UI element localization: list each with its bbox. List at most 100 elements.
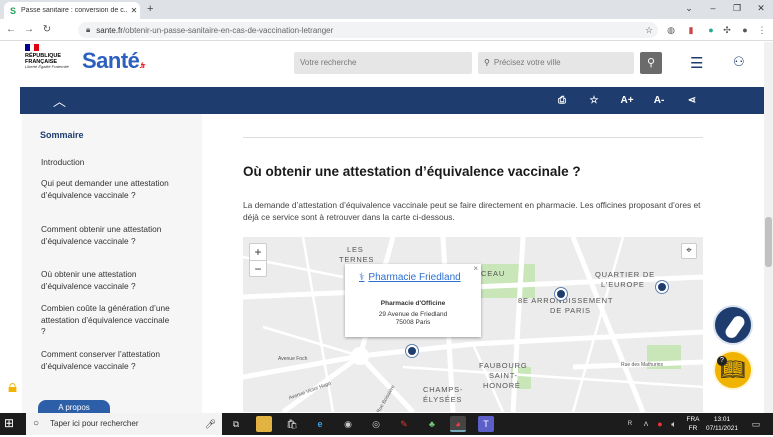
url-path: /obtenir-un-passe-sanitaire-en-cas-de-va… [122,25,334,35]
microphone-icon[interactable]: 🎤︎ [205,413,216,435]
file-explorer-icon[interactable] [256,416,272,432]
clock-date: 07/11/2021 [705,425,739,432]
extension-icon[interactable]: ● [704,22,718,38]
back-icon[interactable]: ← [2,24,20,35]
pharmacy-popup: × ⚕ Pharmacie Friedland Pharmacie d'Offic… [345,264,481,337]
chrome-icon[interactable]: ◕ [450,416,466,432]
site-favicon-icon: S [10,5,17,16]
reload-icon[interactable]: ↻ [38,24,56,35]
print-icon[interactable]: ⎙ [546,87,578,114]
windows-taskbar: ⊞ ○ Taper ici pour rechercher 🎤︎ ⧉ 🛍︎ e … [0,413,773,435]
new-tab-icon[interactable]: + [147,3,153,15]
profile-icon[interactable]: ● [738,22,752,38]
browser-tab[interactable]: S Passe sanitaire : conversion de c... ✕ [4,2,140,19]
section-heading: Où obtenir une attestation d’équivalence… [243,164,581,179]
media-icon[interactable]: ◉ [340,416,356,432]
pharmacy-type: Pharmacie d'Officine [380,300,446,307]
search-button[interactable]: ⚲ [640,52,662,74]
map-street-label: Avenue Foch [278,356,308,362]
app-icon[interactable]: ♣ [424,416,440,432]
extension-icon[interactable]: ▮ [684,22,698,38]
edge-icon[interactable]: e [312,416,328,432]
pill-icon [723,313,747,341]
zoom-in-button[interactable]: + [250,244,266,260]
url-domain: sante.fr [96,25,123,35]
map-label: TERNES [339,255,375,264]
sommaire-link[interactable]: Comment conserver l’attestation d’équiva… [41,349,173,372]
minimize-icon[interactable]: – [701,0,725,19]
pharmacy-cross-icon: ⚕ [359,272,365,283]
locate-me-icon[interactable]: ⌖ [681,243,697,259]
address-bar-row: ← → ↻ 🔒︎ sante.fr /obtenir-un-passe-sani… [0,19,773,41]
map-label: LES [347,245,364,254]
close-popup-icon[interactable]: × [473,264,478,273]
forward-icon[interactable]: → [20,24,38,35]
sommaire-sidebar: Sommaire Introduction Qui peut demander … [22,114,202,416]
window-controls: ⌄ – ❐ ✕ [677,0,773,19]
pharmacy-marker[interactable] [656,281,668,293]
bookmark-star-icon[interactable]: ☆ [578,87,610,114]
url-field[interactable]: 🔒︎ sante.fr /obtenir-un-passe-sanitaire-… [78,22,658,38]
task-view-icon[interactable]: ⧉ [228,416,244,432]
close-window-icon[interactable]: ✕ [749,0,773,19]
hamburger-menu-icon[interactable]: ☰ [690,54,703,72]
location-pin-icon: ⚲ [484,58,490,67]
close-tab-icon[interactable]: ✕ [128,6,140,15]
sante-fr-logo[interactable]: Santé.fr [82,48,145,74]
map-street-label: Rue des Mathurins [621,362,663,368]
sommaire-link[interactable]: Combien coûte la génération d’une attest… [41,303,173,338]
font-increase-button[interactable]: A+ [611,87,643,114]
map-label: DE PARIS [550,306,591,315]
language-indicator[interactable]: FRA FR [684,415,702,437]
sommaire-link[interactable]: Comment obtenir une attestation d’équiva… [41,224,173,247]
accessibility-icon[interactable]: 🔒︎ [8,377,30,403]
map-label: L'EUROPE [601,280,645,289]
pharmacy-address2: 75008 Paris [395,319,431,326]
windows-start-icon[interactable]: ⊞ [4,416,14,430]
pharmacy-marker[interactable] [555,288,567,300]
republique-francaise-logo[interactable]: RÉPUBLIQUE FRANÇAISE Liberté Égalité Fra… [25,44,70,70]
zoom-out-button[interactable]: − [250,260,266,276]
search-icon: ⚲ [646,57,656,69]
pharmacy-link[interactable]: ⚕ Pharmacie Friedland [359,272,461,283]
extension-icon[interactable]: ◍ [664,22,678,38]
kebab-menu-icon[interactable]: ⋮ [755,22,769,38]
teams-icon[interactable]: T [478,416,494,432]
chevron-down-icon[interactable]: ⌄ [677,0,701,19]
speaker-icon[interactable]: 🔈︎ [666,416,682,432]
share-icon[interactable]: ⋖ [676,87,708,114]
chevron-up-icon[interactable]: ︿ [53,91,66,110]
sommaire-link[interactable]: Introduction [41,157,173,169]
puzzle-icon[interactable]: ✣ [720,22,734,38]
user-account-icon[interactable]: ⚇ [733,54,745,70]
flag-icon [25,44,40,51]
sommaire-link[interactable]: Où obtenir une attestation d’équivalence… [41,269,173,292]
sommaire-link[interactable]: Qui peut demander une attestation d’équi… [41,178,173,201]
pharmacy-map[interactable]: + − ⌖ LES TERNES CEAU QUARTIER DE L'EURO… [243,237,703,412]
vaccine-fab-button[interactable] [713,305,753,345]
city-input[interactable]: ⚲ Précisez votre ville [478,52,634,74]
tab-title: Passe sanitaire : conversion de c... [21,7,128,14]
star-icon[interactable]: ☆ [642,22,656,38]
map-label: FAUBOURG [479,361,528,370]
notifications-icon[interactable]: ▭ [748,416,764,432]
guide-fab-button[interactable]: ? 📖︎ [713,350,753,390]
font-decrease-button[interactable]: A- [643,87,675,114]
map-label: QUARTIER DE [595,270,655,279]
people-icon[interactable]: ᴿ [622,416,638,432]
taskbar-search-input[interactable]: ○ Taper ici pour rechercher 🎤︎ [26,413,222,435]
zoom-controls: + − [249,243,267,277]
maximize-icon[interactable]: ❐ [725,0,749,19]
app-icon[interactable]: ◎ [368,416,384,432]
pharmacy-marker[interactable] [406,345,418,357]
search-input[interactable]: Votre recherche [294,52,472,74]
site-header: RÉPUBLIQUE FRANÇAISE Liberté Égalité Fra… [0,42,773,86]
page-scrollbar[interactable] [764,42,773,413]
scrollbar-thumb[interactable] [765,217,772,267]
clock[interactable]: 13:01 07/11/2021 [702,415,742,437]
language-code: FRA [686,416,700,423]
pharmacy-address1: 29 Avenue de Friedland [378,311,448,318]
store-icon[interactable]: 🛍︎ [284,416,300,432]
pin-app-icon[interactable]: ✎ [396,416,412,432]
search-icon: ○ [33,418,40,429]
